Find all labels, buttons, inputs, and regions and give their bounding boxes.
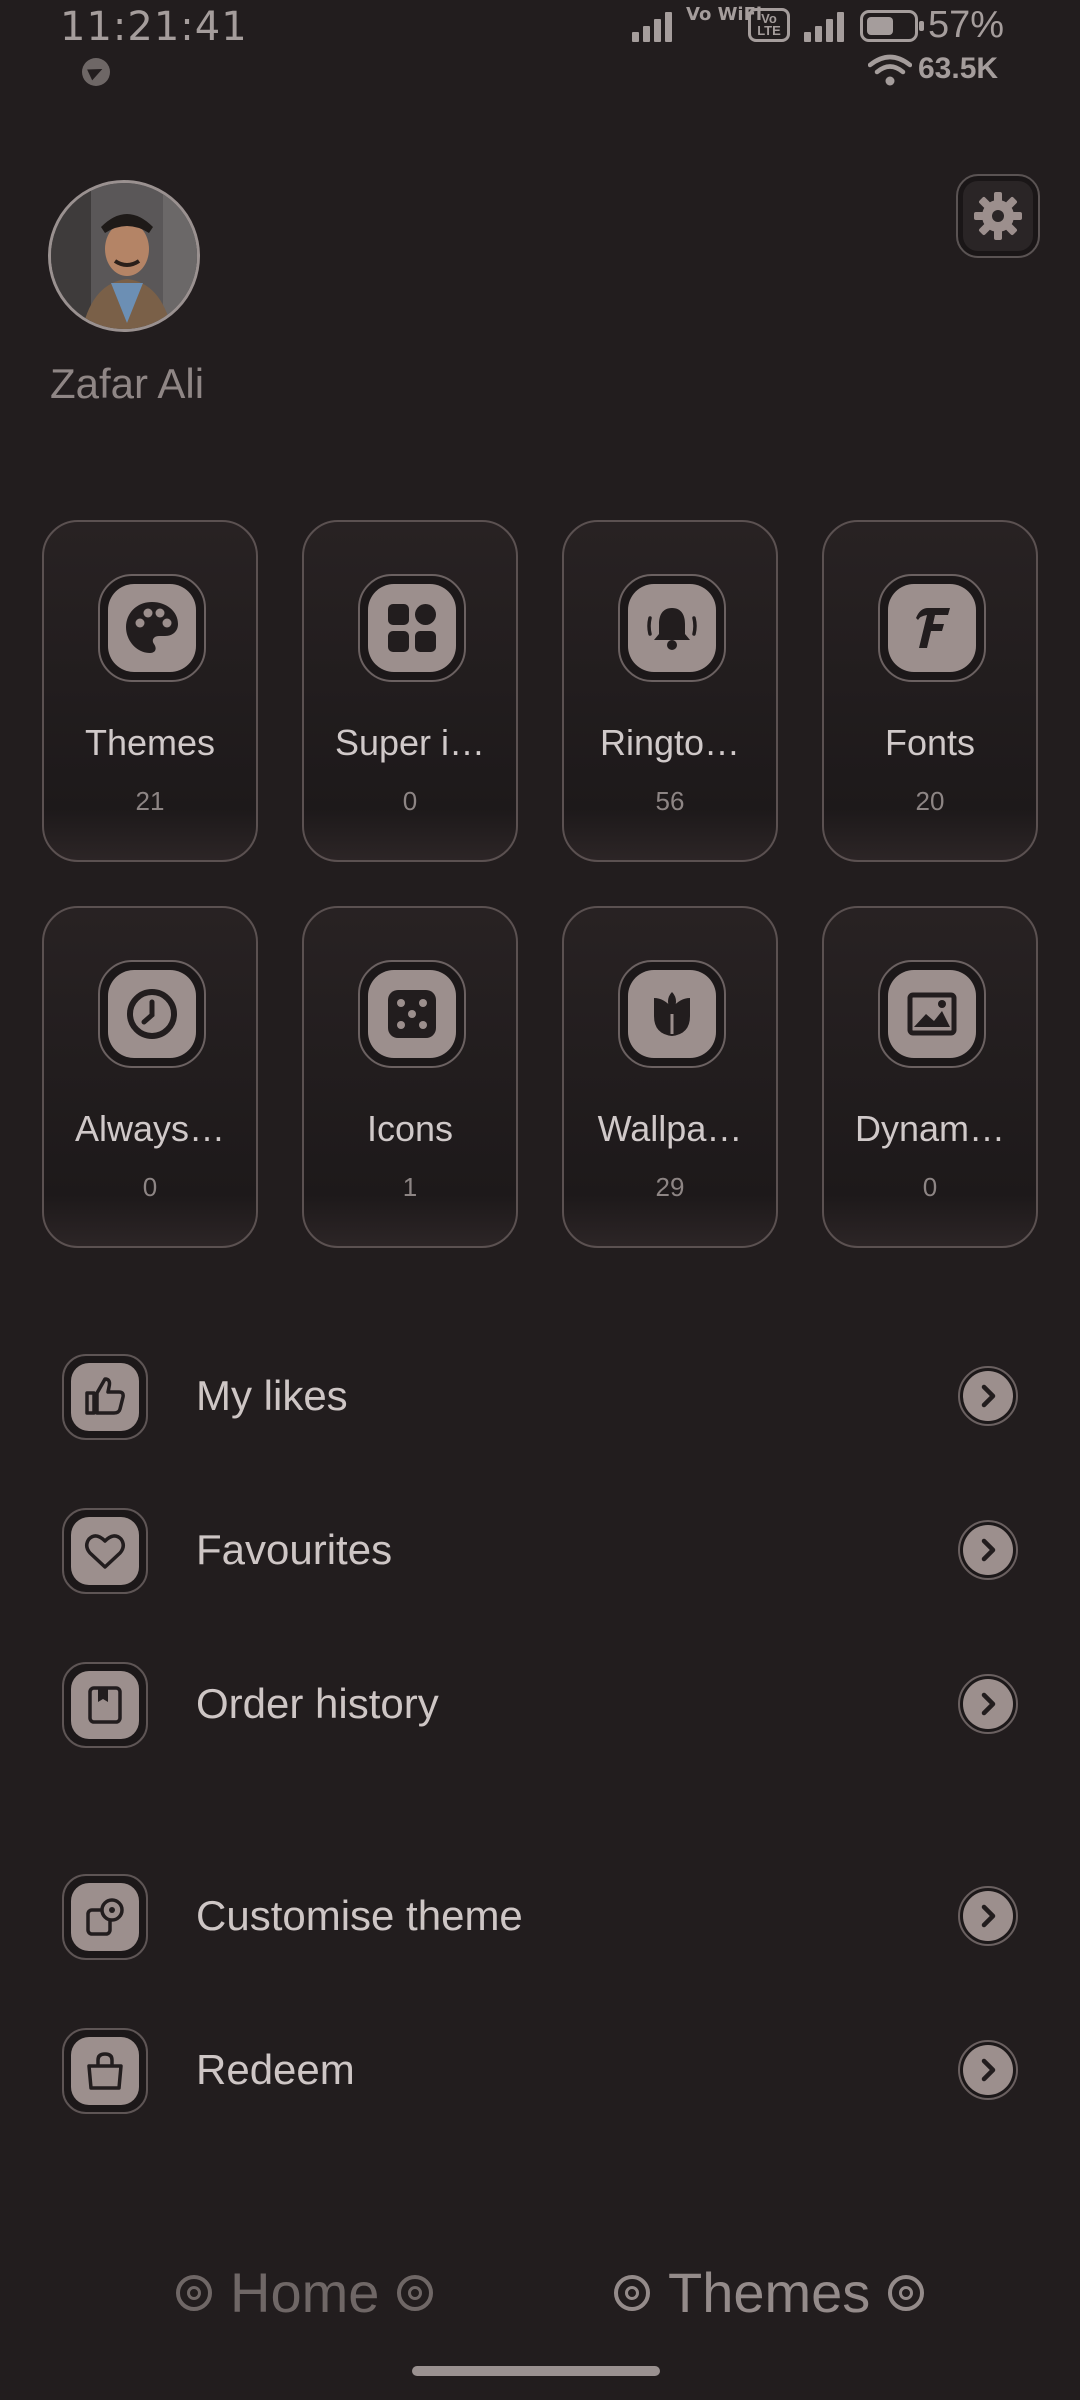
signal-icon — [632, 12, 672, 42]
category-label: Dynam… — [854, 1108, 1006, 1149]
category-count: 29 — [655, 1172, 685, 1202]
category-label: Themes — [84, 722, 216, 763]
bell-icon — [647, 608, 697, 650]
menu-item-customise-theme[interactable]: Customise theme — [60, 1870, 1020, 1960]
status-bar: 11:21:41 Vo WiFi Vo LTE 57% 63.5K — [0, 0, 1080, 100]
palette-icon — [126, 602, 178, 653]
order-icon — [88, 1686, 122, 1724]
clock-icon — [127, 989, 177, 1039]
category-tile-always-on[interactable]: Always… 0 — [42, 906, 258, 1248]
chevron-right-icon — [958, 1366, 1018, 1426]
category-count: 20 — [915, 786, 945, 816]
chevron-right-icon — [958, 2040, 1018, 2100]
ring-icon — [614, 2274, 650, 2311]
battery-percent: 57% — [928, 4, 1005, 46]
menu-item-label: Redeem — [196, 2046, 355, 2093]
category-grid: Themes 21 Super i… 0 Ringto… 56 Fonts 20… — [42, 520, 1038, 1248]
signal-icon-2 — [804, 12, 844, 42]
category-label: Icons — [366, 1108, 454, 1149]
bag-icon — [87, 2052, 123, 2090]
menu-item-redeem[interactable]: Redeem — [60, 2024, 1020, 2114]
telegram-icon — [82, 58, 110, 86]
chevron-right-icon — [958, 1674, 1018, 1734]
settings-button[interactable] — [956, 174, 1040, 258]
category-count: 21 — [135, 786, 165, 816]
battery-icon — [860, 10, 924, 42]
wifi-icon — [868, 54, 912, 86]
ring-icon — [397, 2274, 434, 2311]
category-tile-icons[interactable]: Icons 1 — [302, 906, 518, 1248]
super-icons-icon — [388, 604, 436, 652]
nav-home-label: Home — [230, 2261, 380, 2324]
heart-icon — [85, 1534, 125, 1569]
nav-home[interactable]: Home — [176, 2260, 434, 2325]
menu-item-label: My likes — [196, 1372, 348, 1419]
menu-item-favourites[interactable]: Favourites — [60, 1504, 1020, 1594]
category-count: 1 — [402, 1172, 418, 1202]
category-tile-super-icons[interactable]: Super i… 0 — [302, 520, 518, 862]
tulip-icon — [654, 992, 690, 1036]
menu-item-label: Order history — [196, 1680, 439, 1727]
avatar[interactable] — [48, 180, 200, 332]
bottom-nav: Home Themes — [0, 2260, 1080, 2340]
ring-icon — [888, 2274, 925, 2311]
category-count: 0 — [142, 1172, 158, 1202]
menu-item-label: Customise theme — [196, 1892, 523, 1939]
menu-item-order-history[interactable]: Order history — [60, 1658, 1020, 1748]
category-label: Fonts — [884, 722, 976, 763]
dice-icon — [388, 990, 436, 1038]
net-speed: 63.5K — [918, 52, 999, 85]
home-indicator[interactable] — [412, 2366, 660, 2376]
category-tile-themes[interactable]: Themes 21 — [42, 520, 258, 862]
avatar-photo — [51, 183, 197, 329]
chevron-right-icon — [958, 1886, 1018, 1946]
nav-themes[interactable]: Themes — [614, 2260, 925, 2325]
category-tile-ringtones[interactable]: Ringto… 56 — [562, 520, 778, 862]
customise-icon — [86, 1898, 124, 1936]
category-tile-fonts[interactable]: Fonts 20 — [822, 520, 1038, 862]
font-icon — [916, 608, 950, 648]
category-label: Wallpa… — [597, 1108, 743, 1149]
gear-icon — [974, 192, 1022, 240]
profile-name[interactable]: Zafar Ali — [50, 360, 204, 408]
nav-themes-label: Themes — [668, 2261, 871, 2324]
category-label: Ringto… — [599, 722, 741, 763]
category-label: Super i… — [334, 722, 486, 763]
category-count: 0 — [402, 786, 418, 816]
menu-item-my-likes[interactable]: My likes — [60, 1350, 1020, 1440]
category-label: Always… — [74, 1108, 226, 1149]
category-tile-wallpapers[interactable]: Wallpa… 29 — [562, 906, 778, 1248]
category-count: 0 — [922, 1172, 938, 1202]
image-icon — [907, 992, 957, 1036]
ring-icon — [176, 2274, 212, 2311]
category-tile-dynamic[interactable]: Dynam… 0 — [822, 906, 1038, 1248]
chevron-right-icon — [958, 1520, 1018, 1580]
thumbs-up-icon — [85, 1377, 125, 1415]
category-count: 56 — [655, 786, 685, 816]
status-time: 11:21:41 — [60, 4, 248, 50]
volte-icon: Vo LTE — [748, 8, 790, 42]
menu-item-label: Favourites — [196, 1526, 393, 1573]
